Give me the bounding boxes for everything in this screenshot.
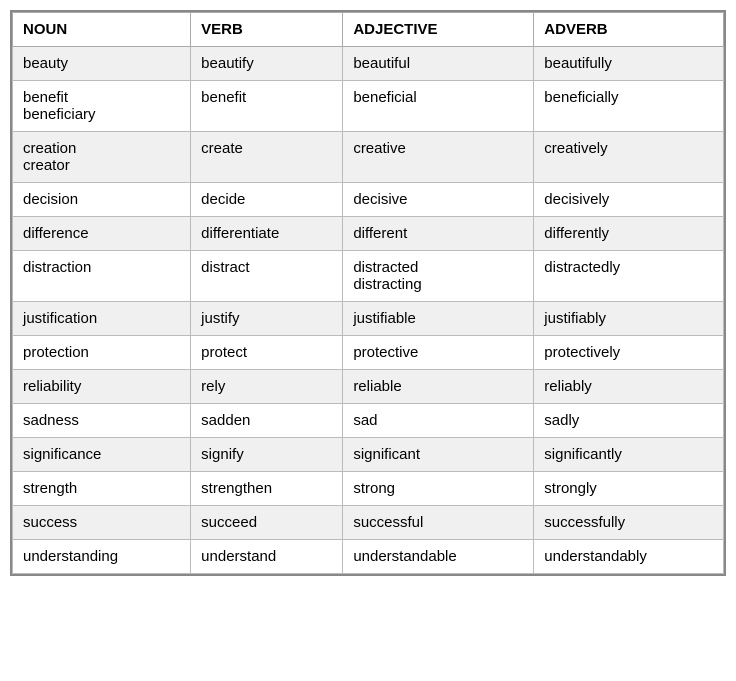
table-row: beautybeautifybeautifulbeautifully xyxy=(13,47,724,81)
header-adjective: ADJECTIVE xyxy=(343,13,534,47)
cell-adverb: justifiably xyxy=(534,302,724,336)
cell-adverb: protectively xyxy=(534,336,724,370)
cell-adjective: decisive xyxy=(343,183,534,217)
cell-adjective: distracted distracting xyxy=(343,251,534,302)
cell-verb: benefit xyxy=(191,81,343,132)
cell-verb: decide xyxy=(191,183,343,217)
cell-verb: strengthen xyxy=(191,472,343,506)
cell-adjective: beneficial xyxy=(343,81,534,132)
cell-adjective: understandable xyxy=(343,540,534,574)
table-row: benefit beneficiarybenefitbeneficialbene… xyxy=(13,81,724,132)
cell-adverb: creatively xyxy=(534,132,724,183)
table-row: successsucceedsuccessfulsuccessfully xyxy=(13,506,724,540)
table-body: beautybeautifybeautifulbeautifullybenefi… xyxy=(13,47,724,574)
cell-noun: success xyxy=(13,506,191,540)
word-forms-table: NOUN VERB ADJECTIVE ADVERB beautybeautif… xyxy=(12,12,724,574)
cell-verb: beautify xyxy=(191,47,343,81)
header-row: NOUN VERB ADJECTIVE ADVERB xyxy=(13,13,724,47)
cell-noun: strength xyxy=(13,472,191,506)
cell-noun: understanding xyxy=(13,540,191,574)
cell-verb: signify xyxy=(191,438,343,472)
cell-adverb: distractedly xyxy=(534,251,724,302)
cell-verb: distract xyxy=(191,251,343,302)
cell-noun: sadness xyxy=(13,404,191,438)
table-row: differencedifferentiatedifferentdifferen… xyxy=(13,217,724,251)
table-row: significancesignifysignificantsignifican… xyxy=(13,438,724,472)
cell-noun: protection xyxy=(13,336,191,370)
cell-verb: understand xyxy=(191,540,343,574)
cell-adjective: successful xyxy=(343,506,534,540)
cell-adverb: strongly xyxy=(534,472,724,506)
cell-noun: decision xyxy=(13,183,191,217)
cell-noun: beauty xyxy=(13,47,191,81)
table-row: sadnesssaddensadsadly xyxy=(13,404,724,438)
cell-adverb: successfully xyxy=(534,506,724,540)
table-row: decisiondecidedecisivedecisively xyxy=(13,183,724,217)
cell-adjective: protective xyxy=(343,336,534,370)
cell-verb: differentiate xyxy=(191,217,343,251)
cell-adjective: justifiable xyxy=(343,302,534,336)
cell-adverb: beneficially xyxy=(534,81,724,132)
cell-noun: creation creator xyxy=(13,132,191,183)
cell-adverb: beautifully xyxy=(534,47,724,81)
word-forms-table-wrapper: NOUN VERB ADJECTIVE ADVERB beautybeautif… xyxy=(10,10,726,576)
table-row: understandingunderstandunderstandableund… xyxy=(13,540,724,574)
cell-adjective: different xyxy=(343,217,534,251)
header-adverb: ADVERB xyxy=(534,13,724,47)
cell-adverb: understandably xyxy=(534,540,724,574)
cell-adverb: sadly xyxy=(534,404,724,438)
cell-adjective: significant xyxy=(343,438,534,472)
cell-verb: create xyxy=(191,132,343,183)
cell-verb: protect xyxy=(191,336,343,370)
table-row: creation creatorcreatecreativecreatively xyxy=(13,132,724,183)
header-verb: VERB xyxy=(191,13,343,47)
table-row: justificationjustifyjustifiablejustifiab… xyxy=(13,302,724,336)
table-row: distractiondistractdistracted distractin… xyxy=(13,251,724,302)
header-noun: NOUN xyxy=(13,13,191,47)
cell-verb: rely xyxy=(191,370,343,404)
cell-adverb: significantly xyxy=(534,438,724,472)
cell-adjective: creative xyxy=(343,132,534,183)
cell-adverb: differently xyxy=(534,217,724,251)
cell-noun: justification xyxy=(13,302,191,336)
cell-adverb: reliably xyxy=(534,370,724,404)
cell-noun: reliability xyxy=(13,370,191,404)
cell-adjective: reliable xyxy=(343,370,534,404)
cell-noun: difference xyxy=(13,217,191,251)
table-row: reliabilityrelyreliablereliably xyxy=(13,370,724,404)
table-row: protectionprotectprotectiveprotectively xyxy=(13,336,724,370)
cell-verb: succeed xyxy=(191,506,343,540)
cell-verb: sadden xyxy=(191,404,343,438)
cell-noun: significance xyxy=(13,438,191,472)
cell-adjective: beautiful xyxy=(343,47,534,81)
cell-noun: distraction xyxy=(13,251,191,302)
cell-adverb: decisively xyxy=(534,183,724,217)
cell-noun: benefit beneficiary xyxy=(13,81,191,132)
cell-adjective: sad xyxy=(343,404,534,438)
table-row: strengthstrengthenstrongstrongly xyxy=(13,472,724,506)
cell-adjective: strong xyxy=(343,472,534,506)
cell-verb: justify xyxy=(191,302,343,336)
